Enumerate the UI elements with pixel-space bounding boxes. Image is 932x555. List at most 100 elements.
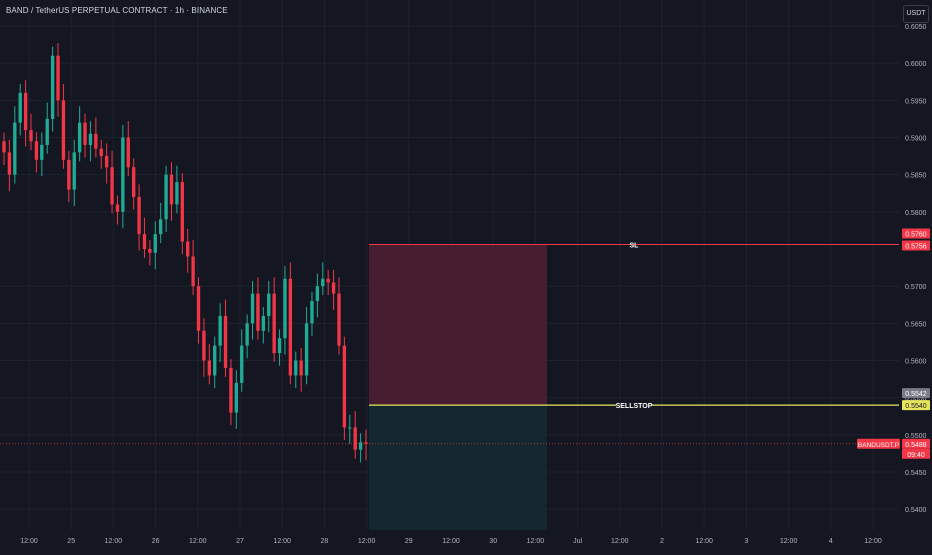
time-tick-label: Jul	[573, 538, 582, 545]
candle-body	[88, 133, 93, 145]
time-tick-label: 29	[405, 538, 413, 545]
candle-body	[304, 323, 309, 376]
candle-body	[131, 167, 136, 197]
price-tick-label: 0.5600	[905, 359, 927, 366]
time-tick-label: 12:00	[780, 538, 798, 545]
candle-body	[256, 293, 260, 331]
candle-body	[299, 360, 303, 376]
time-tick-label: 3	[744, 538, 748, 545]
candle-body	[267, 293, 271, 316]
candle-body	[115, 204, 120, 212]
price-tick-label: 0.5400	[905, 507, 927, 514]
time-tick-label: 4	[829, 538, 833, 545]
candle-body	[353, 427, 357, 450]
candle-body	[229, 367, 233, 413]
candle-body	[283, 278, 287, 339]
candle-body	[321, 278, 325, 287]
candle-body	[56, 55, 60, 101]
time-tick-label: 12:00	[695, 538, 713, 545]
candle-body	[245, 323, 249, 346]
candlestick-chart[interactable]: SL SELLSTOP 0.6050 0.6000 0.5950 0.5900 0.585…	[0, 0, 932, 550]
candle-body	[50, 55, 55, 119]
sellstop-label: SELLSTOP	[616, 403, 653, 410]
chart-area[interactable]: SL SELLSTOP 0.6050 0.6000 0.5950 0.5900 0.585…	[0, 0, 932, 550]
candle-body	[2, 141, 6, 153]
time-tick-label: 30	[489, 538, 497, 545]
time-tick-label: 12:00	[105, 538, 123, 545]
sellstop-price-tag: 0.5540	[905, 403, 927, 410]
price-tick-label: 0.6050	[905, 24, 927, 31]
candle-body	[337, 293, 341, 346]
last-price-tag: 0.5488	[905, 442, 927, 449]
candle-body	[331, 282, 336, 294]
candle-body	[175, 182, 179, 205]
time-tick-label: 12:00	[527, 538, 545, 545]
candle-body	[110, 167, 114, 205]
price-tick-label: 0.5800	[905, 210, 927, 217]
candle-body	[272, 293, 276, 354]
candle-body	[13, 122, 17, 175]
candle-body	[148, 249, 152, 253]
candle-body	[72, 152, 76, 190]
price-tick-label: 0.5450	[905, 470, 927, 477]
currency-button[interactable]: USDT	[903, 5, 929, 23]
candle-body	[250, 293, 255, 324]
price-tick-label: 0.6000	[905, 61, 927, 68]
candle-body	[40, 144, 44, 160]
time-tick-label: 28	[321, 538, 329, 545]
candle-body	[45, 118, 49, 145]
candle-body	[67, 159, 71, 190]
price-tick-label: 0.5650	[905, 321, 927, 328]
candle-body	[159, 219, 163, 235]
candle-body	[288, 278, 293, 376]
time-tick-label: 12:00	[189, 538, 207, 545]
candle-body	[23, 92, 28, 131]
reward-zone	[369, 405, 547, 530]
countdown-tag: 09:40	[907, 452, 925, 459]
time-tick-label: 12:00	[864, 538, 882, 545]
symbol-tag: BANDUSDT.P	[858, 442, 899, 449]
candle-body	[34, 141, 39, 160]
candle-body	[142, 234, 147, 250]
candle-body	[121, 137, 125, 212]
candle-body	[342, 345, 347, 428]
candle-body	[348, 427, 352, 429]
time-tick-label: 12:00	[611, 538, 629, 545]
candle-body	[234, 382, 239, 413]
candle-body	[218, 315, 222, 346]
candle-body	[104, 156, 109, 168]
candle-body	[223, 315, 228, 368]
sl-top-tag: 0.5760	[905, 232, 927, 239]
risk-zone	[369, 244, 547, 406]
candle-body	[29, 130, 33, 142]
candle-body	[7, 152, 12, 175]
time-tick-label: 12:00	[358, 538, 376, 545]
candle-body	[196, 286, 201, 331]
candle-body	[315, 286, 320, 302]
candle-body	[180, 182, 184, 242]
time-tick-label: 12:00	[273, 538, 291, 545]
candle-body	[153, 234, 157, 253]
price-tick-label: 0.5700	[905, 284, 927, 291]
candle-body	[99, 148, 103, 157]
candle-body	[126, 137, 130, 168]
candle-body	[310, 301, 314, 324]
candle-body	[83, 122, 87, 145]
sl-price-tag: 0.5756	[905, 244, 927, 251]
time-tick-label: 12:00	[20, 538, 38, 545]
price-tick-label: 0.5850	[905, 173, 927, 180]
candle-body	[191, 256, 195, 287]
entry-price-tag: 0.5542	[905, 391, 927, 398]
time-tick-label: 26	[152, 538, 160, 545]
time-tick-label: 12:00	[442, 538, 460, 545]
candle-body	[137, 196, 141, 235]
candle-body	[169, 174, 174, 205]
candle-body	[164, 174, 168, 220]
sl-label: SL	[630, 243, 640, 250]
candle-body	[202, 330, 206, 361]
candle-body	[94, 133, 98, 149]
price-tick-label: 0.5900	[905, 136, 927, 143]
candle-body	[61, 100, 66, 160]
candle-body	[277, 338, 282, 354]
chart-title: BAND / TetherUS PERPETUAL CONTRACT · 1h …	[6, 6, 228, 15]
